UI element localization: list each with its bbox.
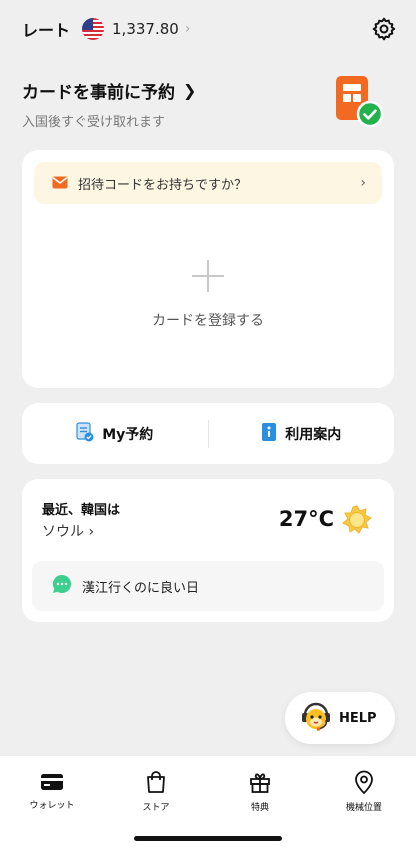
plus-icon <box>192 260 224 292</box>
card-checked-icon <box>334 74 384 128</box>
guide-button[interactable]: 利用案内 <box>209 403 395 464</box>
add-card-label: カードを登録する <box>152 313 264 329</box>
invite-code-button[interactable]: 招待コードをお持ちですか？ › <box>34 162 382 204</box>
tab-benefits[interactable]: 特典 <box>208 756 312 818</box>
card-panel: 招待コードをお持ちですか？ › カードを登録する <box>22 150 394 388</box>
rate-label: レート <box>22 21 71 40</box>
sun-icon <box>342 505 372 535</box>
wallet-icon <box>41 773 63 790</box>
location-pin-icon <box>355 770 373 794</box>
tab-label: ウォレット <box>29 800 75 811</box>
weather-city: ソウル <box>42 524 84 540</box>
us-flag-icon <box>82 18 105 40</box>
reserve-subtitle: 入国後すぐ受け取れます <box>22 115 166 130</box>
info-book-icon <box>261 422 277 446</box>
invite-code-label: 招待コードをお持ちですか？ <box>78 177 248 193</box>
chevron-right-icon[interactable]: › <box>185 21 191 37</box>
tab-store[interactable]: ストア <box>104 756 208 818</box>
settings-button[interactable] <box>370 15 398 43</box>
rate-bar: レート 1,337.80 › <box>22 14 398 44</box>
reservation-document-icon <box>76 421 94 446</box>
tab-label: 機械位置 <box>345 802 382 813</box>
bottom-tab-bar: ウォレット ストア 特典 機械位置 <box>0 756 416 850</box>
help-label: HELP <box>339 710 377 726</box>
shopping-bag-icon <box>147 770 165 793</box>
chevron-right-icon: ❯ <box>183 81 197 100</box>
weather-temperature: 27°C <box>278 507 334 531</box>
links-panel: My予約 利用案内 <box>22 403 394 464</box>
rate-value[interactable]: 1,337.80 <box>112 20 179 38</box>
weather-panel: 最近、韓国は ソウル › 27°C 漢江行くのに良い日 <box>22 479 394 622</box>
reserve-title: カードを事前に予約 <box>22 83 175 103</box>
chevron-right-icon: › <box>360 175 366 191</box>
weather-tip: 漢江行くのに良い日 <box>32 561 384 611</box>
guide-label: 利用案内 <box>285 426 342 443</box>
reserve-card-link[interactable]: カードを事前に予約 ❯ <box>22 78 322 103</box>
tab-machine-location[interactable]: 機械位置 <box>312 756 416 818</box>
weather-tip-label: 漢江行くのに良い日 <box>82 580 200 596</box>
support-mascot-icon <box>299 700 333 736</box>
home-indicator <box>134 836 282 841</box>
envelope-icon <box>52 174 68 193</box>
tab-label: ストア <box>142 802 170 813</box>
help-button[interactable]: HELP <box>285 692 395 744</box>
my-reservation-label: My予約 <box>102 426 154 443</box>
chat-bubble-icon <box>52 574 72 598</box>
gift-icon <box>250 772 270 793</box>
weather-city-selector[interactable]: ソウル › <box>42 521 94 541</box>
tab-wallet[interactable]: ウォレット <box>0 756 104 818</box>
my-reservation-button[interactable]: My予約 <box>22 403 208 464</box>
gear-icon <box>372 17 396 41</box>
reserve-card-section[interactable]: カードを事前に予約 ❯ 入国後すぐ受け取れます <box>22 78 322 130</box>
tab-label: 特典 <box>250 802 269 813</box>
weather-title: 最近、韓国は <box>42 503 121 518</box>
chevron-right-icon: › <box>88 524 95 540</box>
add-card-button[interactable]: カードを登録する <box>22 260 394 330</box>
